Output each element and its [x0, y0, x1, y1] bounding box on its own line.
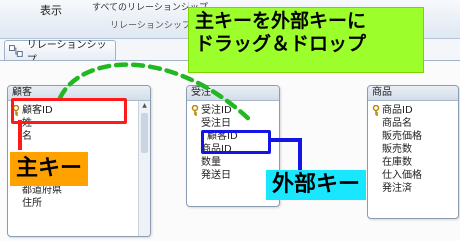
key-icon — [372, 105, 380, 116]
instruction-callout: 主キーを外部キーに ドラッグ＆ドロップ — [188, 7, 424, 73]
field-ordered[interactable]: 発注済 — [382, 182, 458, 195]
field-first-name[interactable]: 名 — [22, 130, 150, 143]
foreign-key-label: 外部キー — [266, 170, 367, 200]
scroll-up-icon[interactable]: ▲ — [139, 101, 150, 111]
key-icon — [191, 105, 199, 116]
instruction-line-2: ドラッグ＆ドロップ — [195, 33, 367, 55]
scroll-thumb[interactable] — [141, 113, 148, 153]
table-product[interactable]: 商品 商品ID 商品名 販売価格 販売数 在庫数 仕入価格 発注済 — [367, 85, 459, 219]
field-product-name[interactable]: 商品名 — [382, 117, 458, 130]
ribbon-group-label: リレーションシップ — [110, 21, 191, 31]
field-purchase-price[interactable]: 仕入価格 — [382, 169, 458, 182]
view-button[interactable]: 表示 — [40, 2, 62, 18]
field-address[interactable]: 住所 — [22, 197, 150, 210]
field-order-id[interactable]: 受注ID — [191, 104, 279, 117]
relationships-icon — [9, 44, 23, 57]
field-sales-count[interactable]: 販売数 — [382, 143, 458, 156]
scrollbar[interactable]: ▲ — [138, 101, 150, 236]
field-sale-price[interactable]: 販売価格 — [382, 130, 458, 143]
foreign-key-highlight — [201, 130, 271, 154]
instruction-line-1: 主キーを外部キーに — [195, 10, 367, 32]
field-order-date[interactable]: 受注日 — [201, 117, 279, 130]
field-stock[interactable]: 在庫数 — [382, 156, 458, 169]
field-quantity[interactable]: 数量 — [201, 156, 279, 169]
table-order-title[interactable]: 受注 — [187, 86, 279, 101]
primary-key-label: 主キー — [10, 152, 89, 186]
field-product-id[interactable]: 商品ID — [372, 104, 458, 117]
tab-relationships[interactable]: リレーションシップ — [4, 40, 116, 66]
primary-key-highlight — [11, 98, 127, 124]
table-product-title[interactable]: 商品 — [368, 86, 458, 101]
